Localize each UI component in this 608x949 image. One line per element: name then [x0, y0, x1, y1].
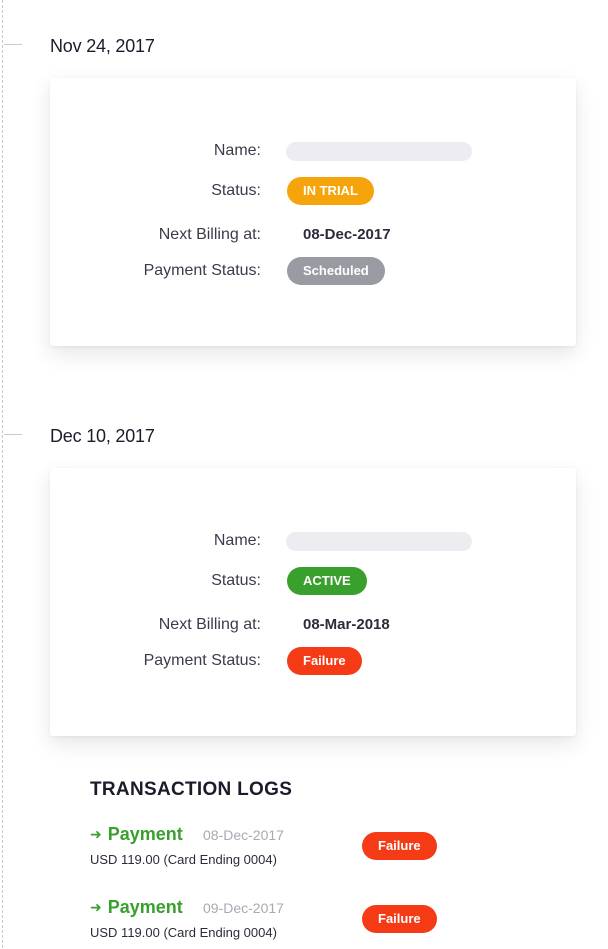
transaction-logs-title: TRANSACTION LOGS [90, 779, 293, 800]
entry-date: Nov 24, 2017 [50, 36, 155, 56]
transaction-log-item: ➜ Payment 09-Dec-2017 USD 119.00 (Card En… [90, 897, 490, 949]
log-status-badge: Failure [362, 905, 437, 933]
entry-date: Dec 10, 2017 [50, 426, 155, 446]
log-date: 08-Dec-2017 [203, 827, 284, 843]
name-label: Name: [213, 532, 261, 549]
next-billing-row: Next Billing at: 08-Dec-2017 [50, 220, 576, 250]
log-type[interactable]: ➜ Payment [90, 824, 183, 845]
payment-status-label: Payment Status: [143, 262, 261, 279]
status-row: Status: ACTIVE [50, 566, 576, 596]
name-placeholder [286, 532, 472, 551]
next-billing-label: Next Billing at: [158, 616, 261, 633]
subscription-card: Name: Status: IN TRIAL Next Billing at: … [50, 78, 576, 346]
next-billing-row: Next Billing at: 08-Mar-2018 [50, 610, 576, 640]
payment-status-row: Payment Status: Failure [50, 646, 576, 676]
payment-status-badge: Failure [287, 647, 362, 675]
payment-status-badge: Scheduled [287, 257, 385, 285]
next-billing-value: 08-Mar-2018 [303, 616, 390, 633]
name-row: Name: [50, 136, 576, 166]
log-status-badge: Failure [362, 832, 437, 860]
status-badge: IN TRIAL [287, 177, 374, 205]
timeline-line [2, 0, 3, 948]
status-badge: ACTIVE [287, 567, 367, 595]
status-label: Status: [211, 572, 261, 589]
payment-status-label: Payment Status: [143, 652, 261, 669]
name-label: Name: [213, 142, 261, 159]
arrow-right-icon: ➜ [90, 899, 102, 915]
log-detail: USD 119.00 (Card Ending 0004) [90, 852, 277, 867]
log-type-label: Payment [107, 824, 183, 844]
payment-status-row: Payment Status: Scheduled [50, 256, 576, 286]
log-type[interactable]: ➜ Payment [90, 897, 183, 918]
transaction-log-item: ➜ Payment 08-Dec-2017 USD 119.00 (Card En… [90, 824, 490, 876]
log-date: 09-Dec-2017 [203, 900, 284, 916]
timeline-tick [4, 434, 22, 435]
status-label: Status: [211, 182, 261, 199]
log-detail: USD 119.00 (Card Ending 0004) [90, 925, 277, 940]
subscription-card: Name: Status: ACTIVE Next Billing at: 08… [50, 468, 576, 736]
next-billing-value: 08-Dec-2017 [303, 226, 391, 243]
timeline-tick [4, 44, 22, 45]
status-row: Status: IN TRIAL [50, 176, 576, 206]
log-type-label: Payment [107, 897, 183, 917]
name-placeholder [286, 142, 472, 161]
next-billing-label: Next Billing at: [158, 226, 261, 243]
arrow-right-icon: ➜ [90, 826, 102, 842]
name-row: Name: [50, 526, 576, 556]
